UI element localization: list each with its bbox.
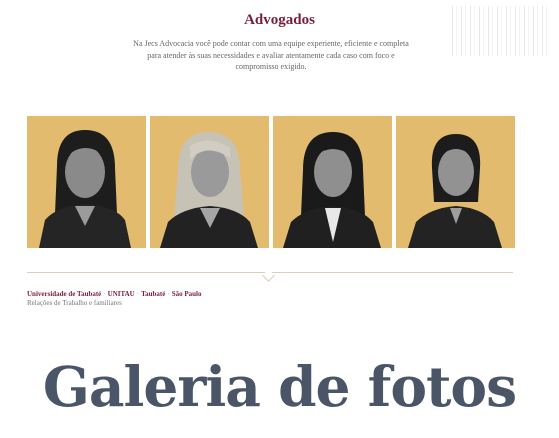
portrait-image <box>283 132 381 248</box>
portrait-image <box>39 130 131 248</box>
separator: · <box>167 290 170 298</box>
team-member-photo-2[interactable] <box>150 116 269 248</box>
member-practice-area: Relações de Trabalho e familiares <box>27 299 122 307</box>
decorative-pattern <box>452 6 548 56</box>
education-university: Universidade de Taubaté <box>27 290 102 298</box>
team-member-photo-1[interactable] <box>27 116 146 248</box>
education-state: São Paulo <box>171 290 202 298</box>
portrait-image <box>160 132 258 248</box>
portrait-image <box>408 134 502 248</box>
education-acronym: UNITAU <box>107 290 135 298</box>
education-city: Taubaté <box>141 290 166 298</box>
separator: · <box>103 290 106 298</box>
separator: · <box>136 290 140 298</box>
gallery-title: Galeria de fotos <box>42 354 517 419</box>
team-member-photo-3[interactable] <box>273 116 392 248</box>
member-education: Universidade de Taubaté · UNITAU · Taubaté · S… <box>27 290 201 298</box>
team-member-photo-4[interactable] <box>396 116 515 248</box>
section-intro: Na Jecs Advocacia você pode contar com u… <box>133 39 409 71</box>
